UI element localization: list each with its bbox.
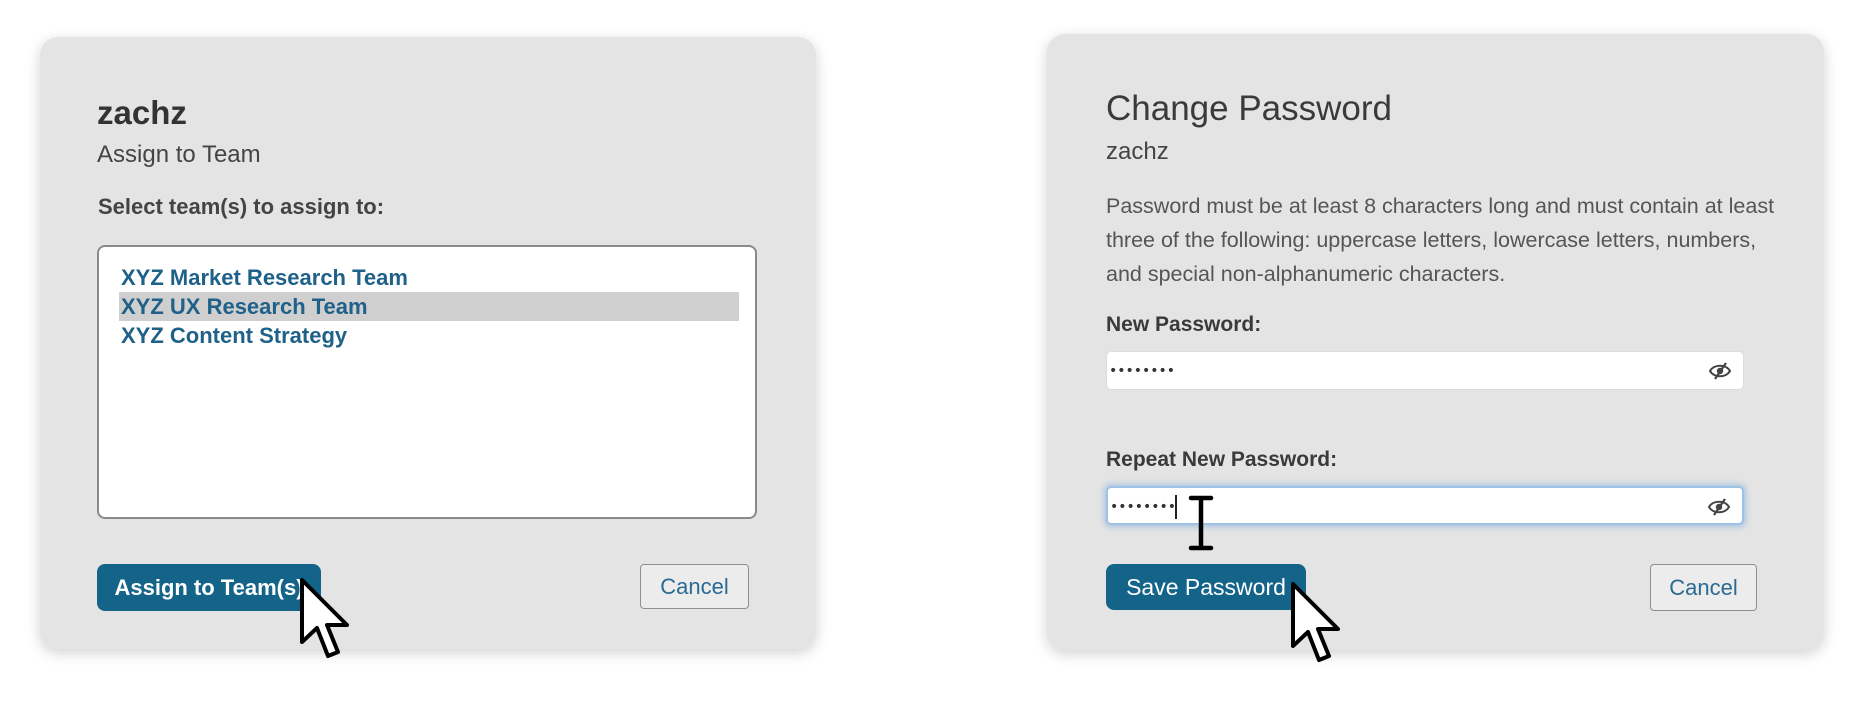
team-select-label: Select team(s) to assign to: xyxy=(98,194,385,219)
team-option-selected[interactable]: XYZ UX Research Team xyxy=(119,292,739,321)
new-password-field xyxy=(1106,351,1744,390)
team-option[interactable]: XYZ Content Strategy xyxy=(119,321,739,350)
repeat-password-input[interactable] xyxy=(1110,490,1670,523)
dialog-username: zachz xyxy=(1106,138,1169,165)
cancel-button[interactable]: Cancel xyxy=(640,564,749,609)
dialog-title: zachz xyxy=(97,94,187,131)
team-listbox[interactable]: XYZ Market Research Team XYZ UX Research… xyxy=(97,245,757,519)
cancel-button[interactable]: Cancel xyxy=(1650,564,1757,611)
repeat-password-field xyxy=(1106,486,1744,525)
new-password-input[interactable] xyxy=(1109,354,1669,387)
assign-team-dialog: zachz Assign to Team Select team(s) to a… xyxy=(40,37,816,649)
repeat-password-label: Repeat New Password: xyxy=(1106,448,1338,471)
save-password-button[interactable]: Save Password xyxy=(1106,564,1306,610)
eye-slash-icon[interactable] xyxy=(1706,496,1732,518)
assign-to-teams-button[interactable]: Assign to Team(s) xyxy=(97,564,321,611)
dialog-title: Change Password xyxy=(1106,89,1392,128)
eye-slash-icon[interactable] xyxy=(1707,360,1733,382)
dialog-subtitle: Assign to Team xyxy=(97,141,261,168)
password-requirements-text: Password must be at least 8 characters l… xyxy=(1106,194,1775,286)
change-password-dialog: Change Password zachz Password must be a… xyxy=(1047,34,1824,650)
text-caret xyxy=(1175,495,1177,519)
team-option[interactable]: XYZ Market Research Team xyxy=(119,263,739,292)
new-password-label: New Password: xyxy=(1106,313,1262,336)
